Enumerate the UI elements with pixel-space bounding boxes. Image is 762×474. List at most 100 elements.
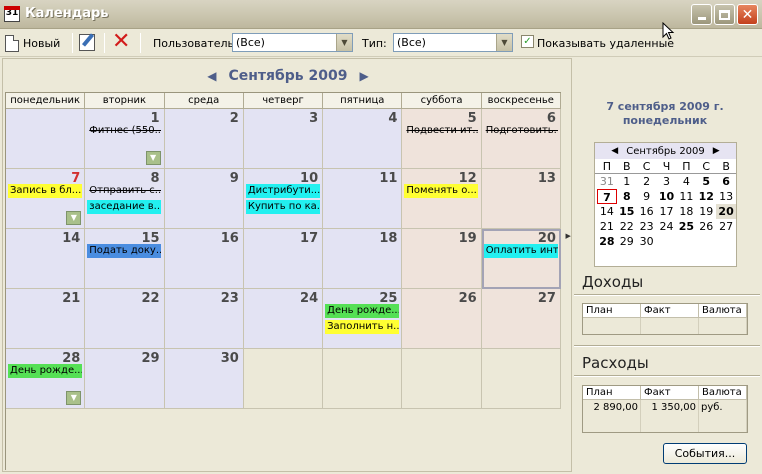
mini-day[interactable]: 3 — [657, 174, 677, 189]
day-cell[interactable]: 3 — [243, 109, 324, 169]
event-item[interactable]: Фитнес (550... — [87, 124, 161, 138]
mini-day[interactable]: 10 — [657, 189, 677, 204]
day-cell[interactable]: 2 — [164, 109, 244, 169]
mini-day[interactable]: 29 — [617, 234, 637, 249]
more-events-icon[interactable]: ▼ — [145, 151, 161, 165]
day-cell[interactable] — [481, 349, 561, 409]
mini-day[interactable]: 16 — [637, 204, 657, 219]
mini-day[interactable]: 4 — [676, 174, 696, 189]
mini-day[interactable]: 13 — [716, 189, 736, 204]
day-cell[interactable]: 26 — [402, 289, 482, 349]
day-cell[interactable]: 15 Подать доку... — [85, 229, 165, 289]
delete-icon[interactable]: ✕ — [112, 31, 130, 53]
day-cell[interactable]: 13 — [481, 169, 561, 229]
event-item[interactable]: Дистрибути... — [245, 184, 320, 198]
mini-day[interactable]: 19 — [696, 204, 716, 219]
edit-icon[interactable] — [79, 34, 95, 51]
maximize-button[interactable] — [714, 4, 735, 25]
mini-day[interactable]: 17 — [657, 204, 677, 219]
mini-day[interactable]: 28 — [597, 234, 617, 249]
mini-day[interactable]: 5 — [696, 174, 716, 189]
next-month-icon[interactable]: ▶ — [360, 69, 369, 83]
chevron-down-icon[interactable]: ▼ — [496, 34, 512, 51]
day-cell[interactable]: 1 Фитнес (550... ▼ — [85, 109, 165, 169]
mini-day[interactable]: 18 — [676, 204, 696, 219]
event-item[interactable]: Подвести ит... — [404, 124, 478, 138]
day-cell[interactable] — [243, 349, 324, 409]
day-cell[interactable]: 12 Поменять о... — [402, 169, 482, 229]
more-events-icon[interactable]: ▼ — [66, 391, 82, 405]
event-item[interactable]: Подать доку... — [87, 244, 162, 258]
minimize-button[interactable] — [691, 4, 712, 25]
mini-day[interactable]: 15 — [617, 204, 637, 219]
day-cell[interactable]: 4 — [323, 109, 403, 169]
day-cell[interactable]: 19 — [402, 229, 482, 289]
income-row[interactable] — [583, 318, 747, 334]
type-filter-select[interactable]: (Все) ▼ — [393, 33, 513, 52]
event-item[interactable]: заседание в... — [87, 200, 162, 214]
mini-day[interactable]: 26 — [696, 219, 716, 234]
day-cell[interactable]: 18 — [323, 229, 403, 289]
mini-day[interactable]: 23 — [637, 219, 657, 234]
mini-day[interactable]: 25 — [676, 219, 696, 234]
mini-day[interactable]: 14 — [597, 204, 617, 219]
close-button[interactable]: ✕ — [737, 4, 758, 25]
expense-row[interactable]: 2 890,00 1 350,00 руб. — [583, 400, 747, 416]
day-cell[interactable]: 21 — [6, 289, 86, 349]
event-item[interactable]: День рожде... — [8, 364, 82, 378]
day-cell[interactable]: 25 День рожде... Заполнить н... — [323, 289, 403, 349]
day-cell[interactable]: 20Оплатить инт... — [481, 229, 561, 289]
mini-day[interactable]: 1 — [617, 174, 637, 189]
mini-day[interactable]: 6 — [716, 174, 736, 189]
mini-day[interactable]: 12 — [696, 189, 716, 204]
day-cell[interactable]: 22 — [85, 289, 165, 349]
day-cell[interactable]: 29 — [85, 349, 165, 409]
events-button[interactable]: События... — [663, 443, 747, 464]
day-cell[interactable]: 14 — [6, 229, 86, 289]
mini-next-month-icon[interactable]: ▶ — [713, 146, 720, 156]
mini-day[interactable]: 20 — [716, 204, 737, 219]
day-cell[interactable]: 7 Запись в бл... ▼ — [6, 169, 86, 229]
day-cell[interactable]: 16 — [164, 229, 244, 289]
day-cell[interactable] — [6, 109, 86, 169]
mini-day[interactable]: 24 — [657, 219, 677, 234]
mini-day[interactable]: 9 — [637, 189, 657, 204]
event-item[interactable]: Заполнить н... — [325, 320, 400, 334]
day-cell[interactable]: 30 — [164, 349, 244, 409]
user-filter-select[interactable]: (Все) ▼ — [232, 33, 353, 52]
mini-prev-month-icon[interactable]: ◀ — [611, 146, 618, 156]
mini-day[interactable]: 31 — [597, 174, 617, 189]
panel-splitter[interactable]: ▶ — [564, 232, 572, 312]
day-cell[interactable]: 27 — [481, 289, 561, 349]
day-cell[interactable]: 6 Подготовить... — [481, 109, 561, 169]
mini-day[interactable]: 21 — [597, 219, 617, 234]
day-cell[interactable] — [402, 349, 482, 409]
event-item[interactable]: Запись в бл... — [8, 184, 82, 198]
day-cell[interactable]: 9 — [164, 169, 244, 229]
more-events-icon[interactable]: ▼ — [66, 211, 82, 225]
event-item[interactable]: Оплатить инт... — [483, 244, 558, 258]
event-item[interactable]: День рожде... — [325, 304, 400, 318]
day-cell[interactable]: 24 — [243, 289, 324, 349]
day-cell[interactable]: 10 Дистрибути... Купить по ка... — [243, 169, 324, 229]
day-cell[interactable]: 17 — [243, 229, 324, 289]
new-button[interactable]: Новый — [5, 33, 60, 53]
mini-day[interactable]: 30 — [637, 234, 657, 249]
mini-day[interactable]: 2 — [637, 174, 657, 189]
day-cell[interactable]: 5 Подвести ит... — [402, 109, 482, 169]
event-item[interactable]: Подготовить... — [484, 124, 558, 138]
day-cell[interactable]: 23 — [164, 289, 244, 349]
mini-day[interactable]: 8 — [617, 189, 637, 204]
chevron-down-icon[interactable]: ▼ — [336, 34, 352, 51]
mini-day[interactable]: 11 — [676, 189, 696, 204]
day-cell[interactable] — [323, 349, 403, 409]
mini-day[interactable]: 27 — [716, 219, 736, 234]
event-item[interactable]: Поменять о... — [404, 184, 479, 198]
mini-day[interactable]: 22 — [617, 219, 637, 234]
day-cell[interactable]: 8 Отправить с... заседание в... — [85, 169, 165, 229]
mini-day[interactable]: 7 — [597, 189, 617, 204]
show-deleted-checkbox[interactable]: ✓ — [521, 35, 534, 48]
day-cell[interactable]: 28 День рожде... ▼ — [6, 349, 86, 409]
event-item[interactable]: Отправить с... — [87, 184, 161, 198]
event-item[interactable]: Купить по ка... — [245, 200, 320, 214]
